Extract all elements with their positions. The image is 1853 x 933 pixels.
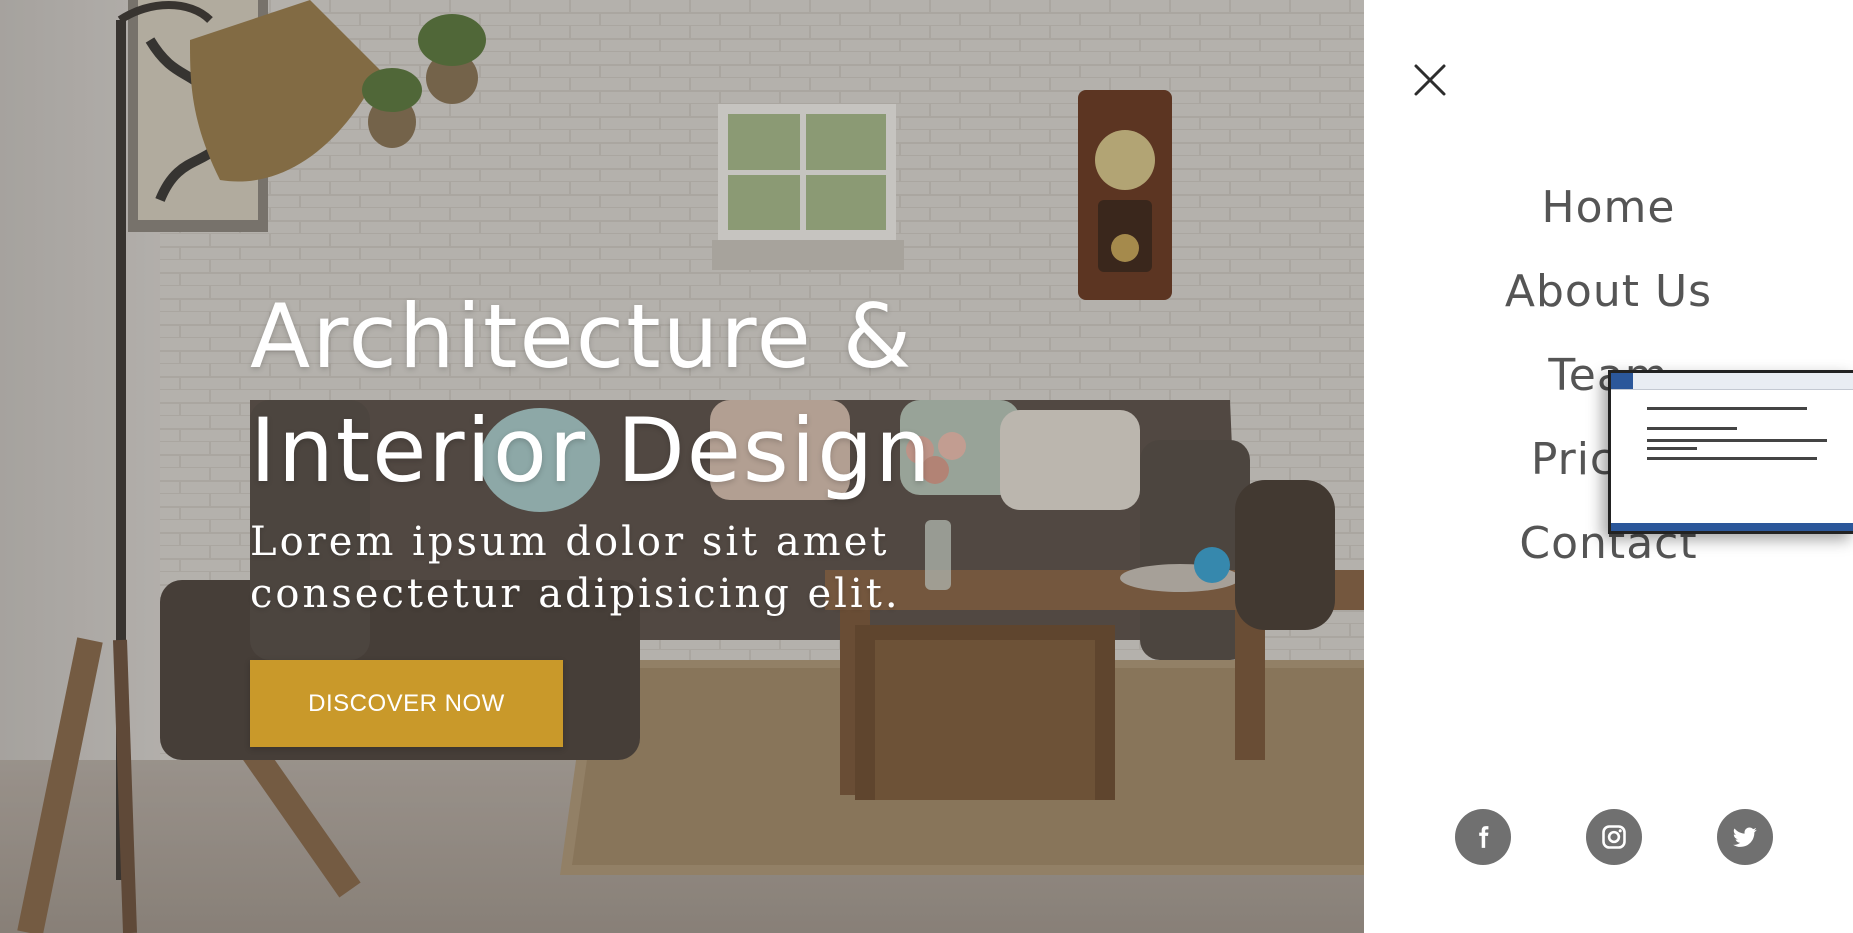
instagram-link[interactable]	[1586, 809, 1642, 865]
thumbnail-text-line	[1647, 457, 1817, 460]
hero-content: Architecture & Interior Design Lorem ips…	[250, 280, 1250, 747]
hero-title-line-1: Architecture &	[250, 285, 914, 388]
thumbnail-text-line	[1647, 407, 1807, 410]
thumbnail-text-line	[1647, 439, 1827, 442]
twitter-icon	[1732, 827, 1757, 847]
close-menu-button[interactable]	[1408, 58, 1452, 102]
close-icon	[1414, 64, 1446, 96]
hero-section: Architecture & Interior Design Lorem ips…	[0, 0, 1364, 933]
nav-item-home[interactable]: Home	[1364, 166, 1853, 250]
instagram-icon	[1602, 825, 1626, 849]
window-preview-thumbnail	[1608, 370, 1853, 534]
thumbnail-status-bar	[1611, 523, 1853, 531]
thumbnail-ribbon	[1611, 373, 1853, 390]
nav-item-about-us[interactable]: About Us	[1364, 250, 1853, 334]
page: Architecture & Interior Design Lorem ips…	[0, 0, 1853, 933]
facebook-icon	[1479, 826, 1489, 848]
hero-subtitle: Lorem ipsum dolor sit amet consectetur a…	[250, 519, 901, 617]
hero-title: Architecture & Interior Design	[250, 280, 1250, 508]
thumbnail-text-line	[1647, 447, 1697, 450]
thumbnail-ribbon-tab	[1611, 373, 1633, 389]
facebook-link[interactable]	[1455, 809, 1511, 865]
hero-title-line-2: Interior Design	[250, 399, 933, 502]
discover-now-button[interactable]: DISCOVER NOW	[250, 660, 563, 747]
social-links	[1364, 809, 1853, 865]
thumbnail-text-line	[1647, 427, 1737, 430]
twitter-link[interactable]	[1717, 809, 1773, 865]
